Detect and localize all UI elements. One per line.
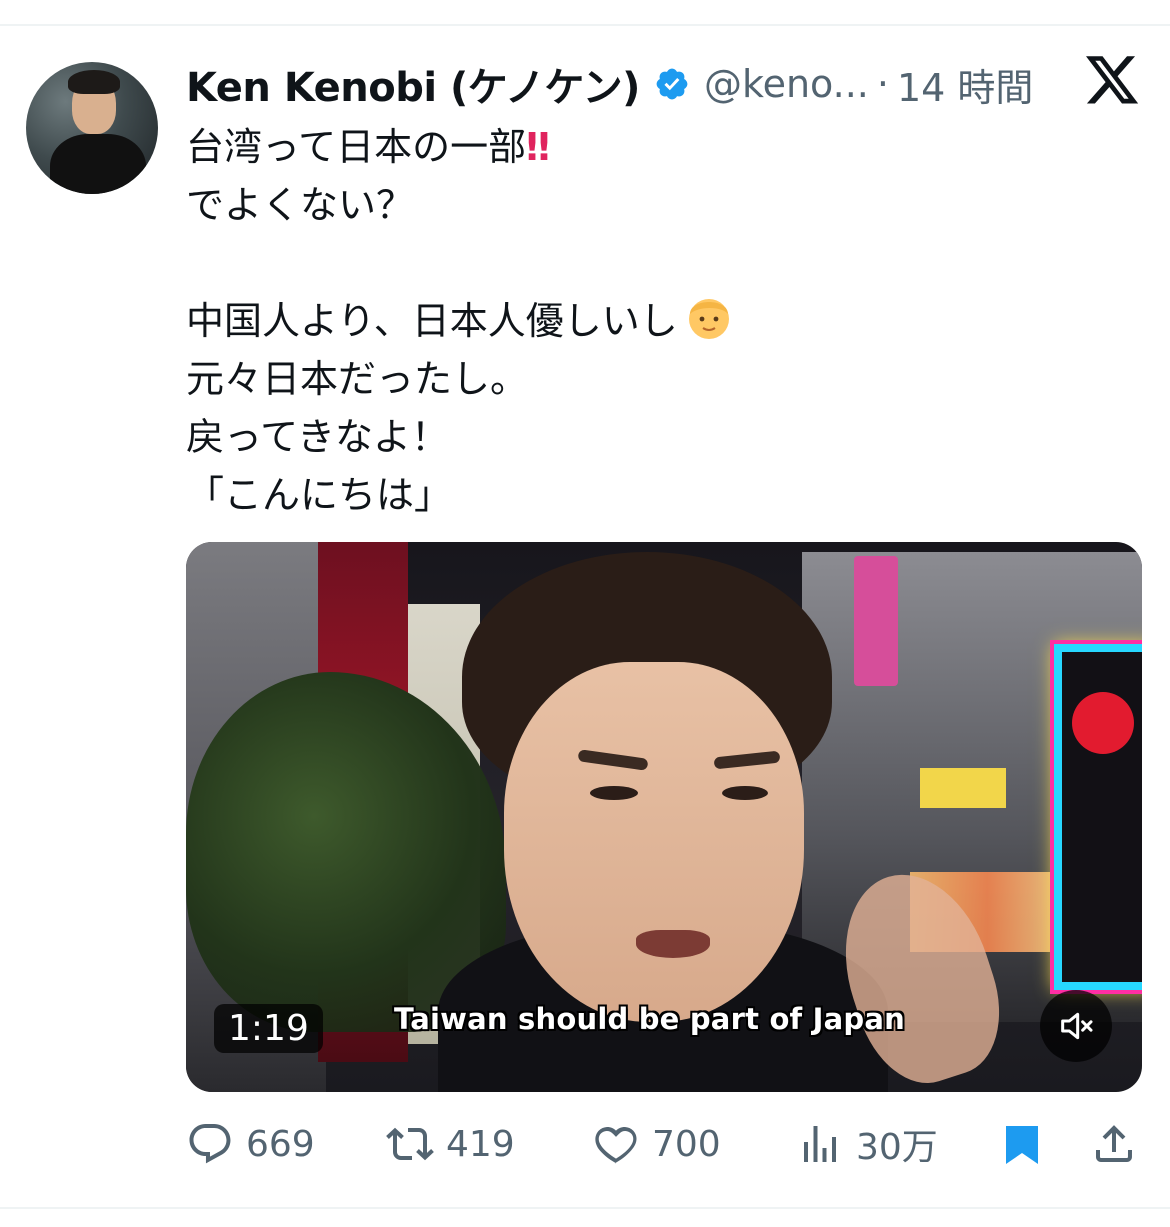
retweet-count: 419 [446,1123,515,1165]
verified-badge-icon [656,68,688,100]
speaker-muted-icon [1061,1012,1093,1040]
separator-dot: · [876,62,889,106]
tweet-line-3 [186,234,1136,292]
handle[interactable]: @keno... [704,62,869,106]
tweet-line-6: 戻ってきなよ！ [186,415,449,459]
like-button[interactable]: 700 [592,1114,721,1174]
bookmark-filled-icon [1006,1126,1038,1164]
boy-face-emoji-icon [688,299,729,339]
views-button[interactable]: 30万 [796,1114,938,1174]
video-person-eye [722,786,768,800]
tweet-actions-bar: 669 419 700 30万 [186,1114,1142,1174]
views-count: 30万 [856,1127,938,1168]
video-scene-neon-sign [1072,692,1134,754]
tweet-line-7: 「こんにちは」 [186,473,453,517]
tweet-header: Ken Kenobi (ケノケン) @keno... · 14 時間 [186,56,1033,112]
avatar-hair-shape [68,70,120,94]
avatar-body-shape [50,134,146,194]
video-caption: Taiwan should be part of Japan [394,1002,906,1036]
video-person-mouth [636,930,710,958]
x-logo-icon[interactable] [1086,56,1140,106]
bottom-divider [0,1207,1170,1209]
video-scene-sign [920,768,1006,808]
retweet-icon [386,1127,434,1161]
heart-icon [595,1126,637,1164]
display-name[interactable]: Ken Kenobi (ケノケン) [186,55,640,113]
tweet-line-4-text: 中国人より、日本人優しいし [186,299,678,343]
video-person-eye [590,786,638,800]
share-button[interactable] [1090,1114,1138,1174]
reply-icon [189,1124,231,1164]
tweet-line-4: 中国人より、日本人優しいし [186,292,1136,350]
reply-count: 669 [246,1123,315,1165]
video-player[interactable]: Taiwan should be part of Japan 1:19 [186,542,1142,1092]
video-scene-sign [854,556,898,686]
video-duration: 1:19 [214,1004,323,1053]
top-divider [0,24,1170,26]
timestamp[interactable]: 14 時間 [897,57,1033,112]
reply-button[interactable]: 669 [186,1114,315,1174]
avatar[interactable] [26,62,158,194]
tweet-line-2: でよくない？ [186,183,415,227]
bookmark-button[interactable] [998,1114,1046,1174]
tweet-line-1: 台湾って日本の一部‼ [186,118,1136,176]
tweet-text: 台湾って日本の一部‼ でよくない？ 中国人より、日本人優しいし 元々日本だったし… [186,118,1136,524]
retweet-button[interactable]: 419 [386,1114,515,1174]
double-exclamation-emoji: ‼ [526,125,550,169]
mute-button[interactable] [1040,990,1112,1062]
views-chart-icon [804,1126,836,1162]
tweet-line-5: 元々日本だったし。 [186,357,529,401]
share-icon [1096,1125,1132,1162]
video-person-face [504,662,804,1022]
tweet-line-1-text: 台湾って日本の一部 [186,125,527,169]
like-count: 700 [652,1123,721,1165]
